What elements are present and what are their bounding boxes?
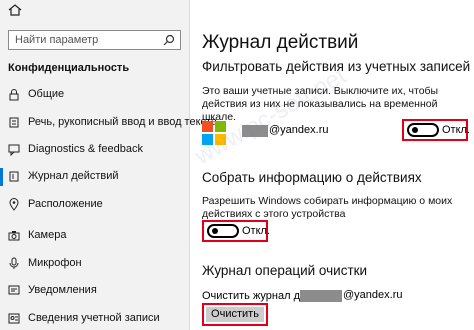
masked-account-name — [300, 290, 342, 302]
activity-icon — [9, 171, 19, 182]
sidebar-item-label: Общие — [28, 88, 65, 100]
location-icon — [9, 198, 19, 211]
page-title: Журнал действий — [202, 32, 359, 53]
sidebar-item-microphone[interactable]: Микрофон — [0, 253, 189, 275]
collect-description: Разрешить Windows собирать информацию о … — [202, 195, 453, 220]
toggle-knob — [412, 127, 418, 133]
account-email: @yandex.ru — [269, 124, 329, 136]
pen-icon — [9, 117, 19, 128]
search-input[interactable]: Найти параметр — [8, 30, 181, 50]
collect-toggle[interactable] — [207, 224, 239, 238]
lock-icon — [9, 89, 19, 101]
home-icon[interactable] — [8, 4, 22, 16]
sidebar-item-notifications[interactable]: Уведомления — [0, 280, 189, 302]
sidebar-item-speech[interactable]: Речь, рукописный ввод и ввод текста — [0, 112, 217, 134]
account-icon — [8, 313, 20, 324]
collect-toggle-label: Откл. — [242, 225, 271, 237]
clear-heading: Журнал операций очистки — [202, 263, 368, 278]
notification-icon — [8, 285, 20, 295]
camera-icon — [8, 231, 20, 241]
microsoft-logo-icon — [202, 121, 226, 145]
sidebar-item-label: Уведомления — [28, 284, 97, 296]
sidebar-item-label: Камера — [28, 229, 67, 241]
sidebar-item-camera[interactable]: Камера — [0, 225, 189, 247]
filter-heading: Фильтровать действия из учетных записей — [202, 59, 471, 74]
clear-email: @yandex.ru — [343, 289, 403, 301]
sidebar-item-location[interactable]: Расположение — [0, 194, 189, 216]
account-toggle-highlight: Откл. — [402, 119, 471, 141]
sidebar-item-diagnostics[interactable]: Diagnostics & feedback — [0, 139, 189, 161]
account-toggle-label: Откл. — [442, 124, 471, 136]
main-content: Журнал действий Фильтровать действия из … — [190, 0, 474, 330]
clear-button-highlight: Очистить — [202, 303, 268, 326]
sidebar-item-label: Журнал действий — [28, 170, 119, 182]
sidebar-item-label: Сведения учетной записи — [28, 312, 160, 324]
toggle-knob — [212, 228, 218, 234]
clear-button[interactable]: Очистить — [206, 307, 264, 322]
search-icon[interactable] — [163, 34, 175, 46]
sidebar-item-account-info[interactable]: Сведения учетной записи — [0, 308, 189, 330]
masked-account-name — [242, 125, 268, 137]
sidebar-item-label: Расположение — [28, 198, 103, 210]
collect-heading: Собрать информацию о действиях — [202, 170, 422, 185]
sidebar-item-label: Микрофон — [28, 257, 82, 269]
sidebar-item-label: Речь, рукописный ввод и ввод текста — [28, 116, 218, 128]
sidebar-section-title: Конфиденциальность — [8, 62, 130, 74]
feedback-icon — [8, 144, 20, 156]
account-toggle[interactable] — [407, 123, 439, 137]
sidebar-item-activity-history[interactable]: Журнал действий — [0, 166, 189, 188]
collect-toggle-highlight: Откл. — [202, 220, 271, 242]
sidebar-item-general[interactable]: Общие — [0, 84, 189, 106]
active-indicator — [0, 168, 3, 186]
microphone-icon — [9, 257, 19, 269]
sidebar: Найти параметр Конфиденциальность Общие … — [0, 0, 217, 330]
sidebar-item-label: Diagnostics & feedback — [28, 143, 143, 155]
search-placeholder: Найти параметр — [15, 34, 99, 46]
clear-text: Очистить журнал для — [202, 290, 313, 302]
